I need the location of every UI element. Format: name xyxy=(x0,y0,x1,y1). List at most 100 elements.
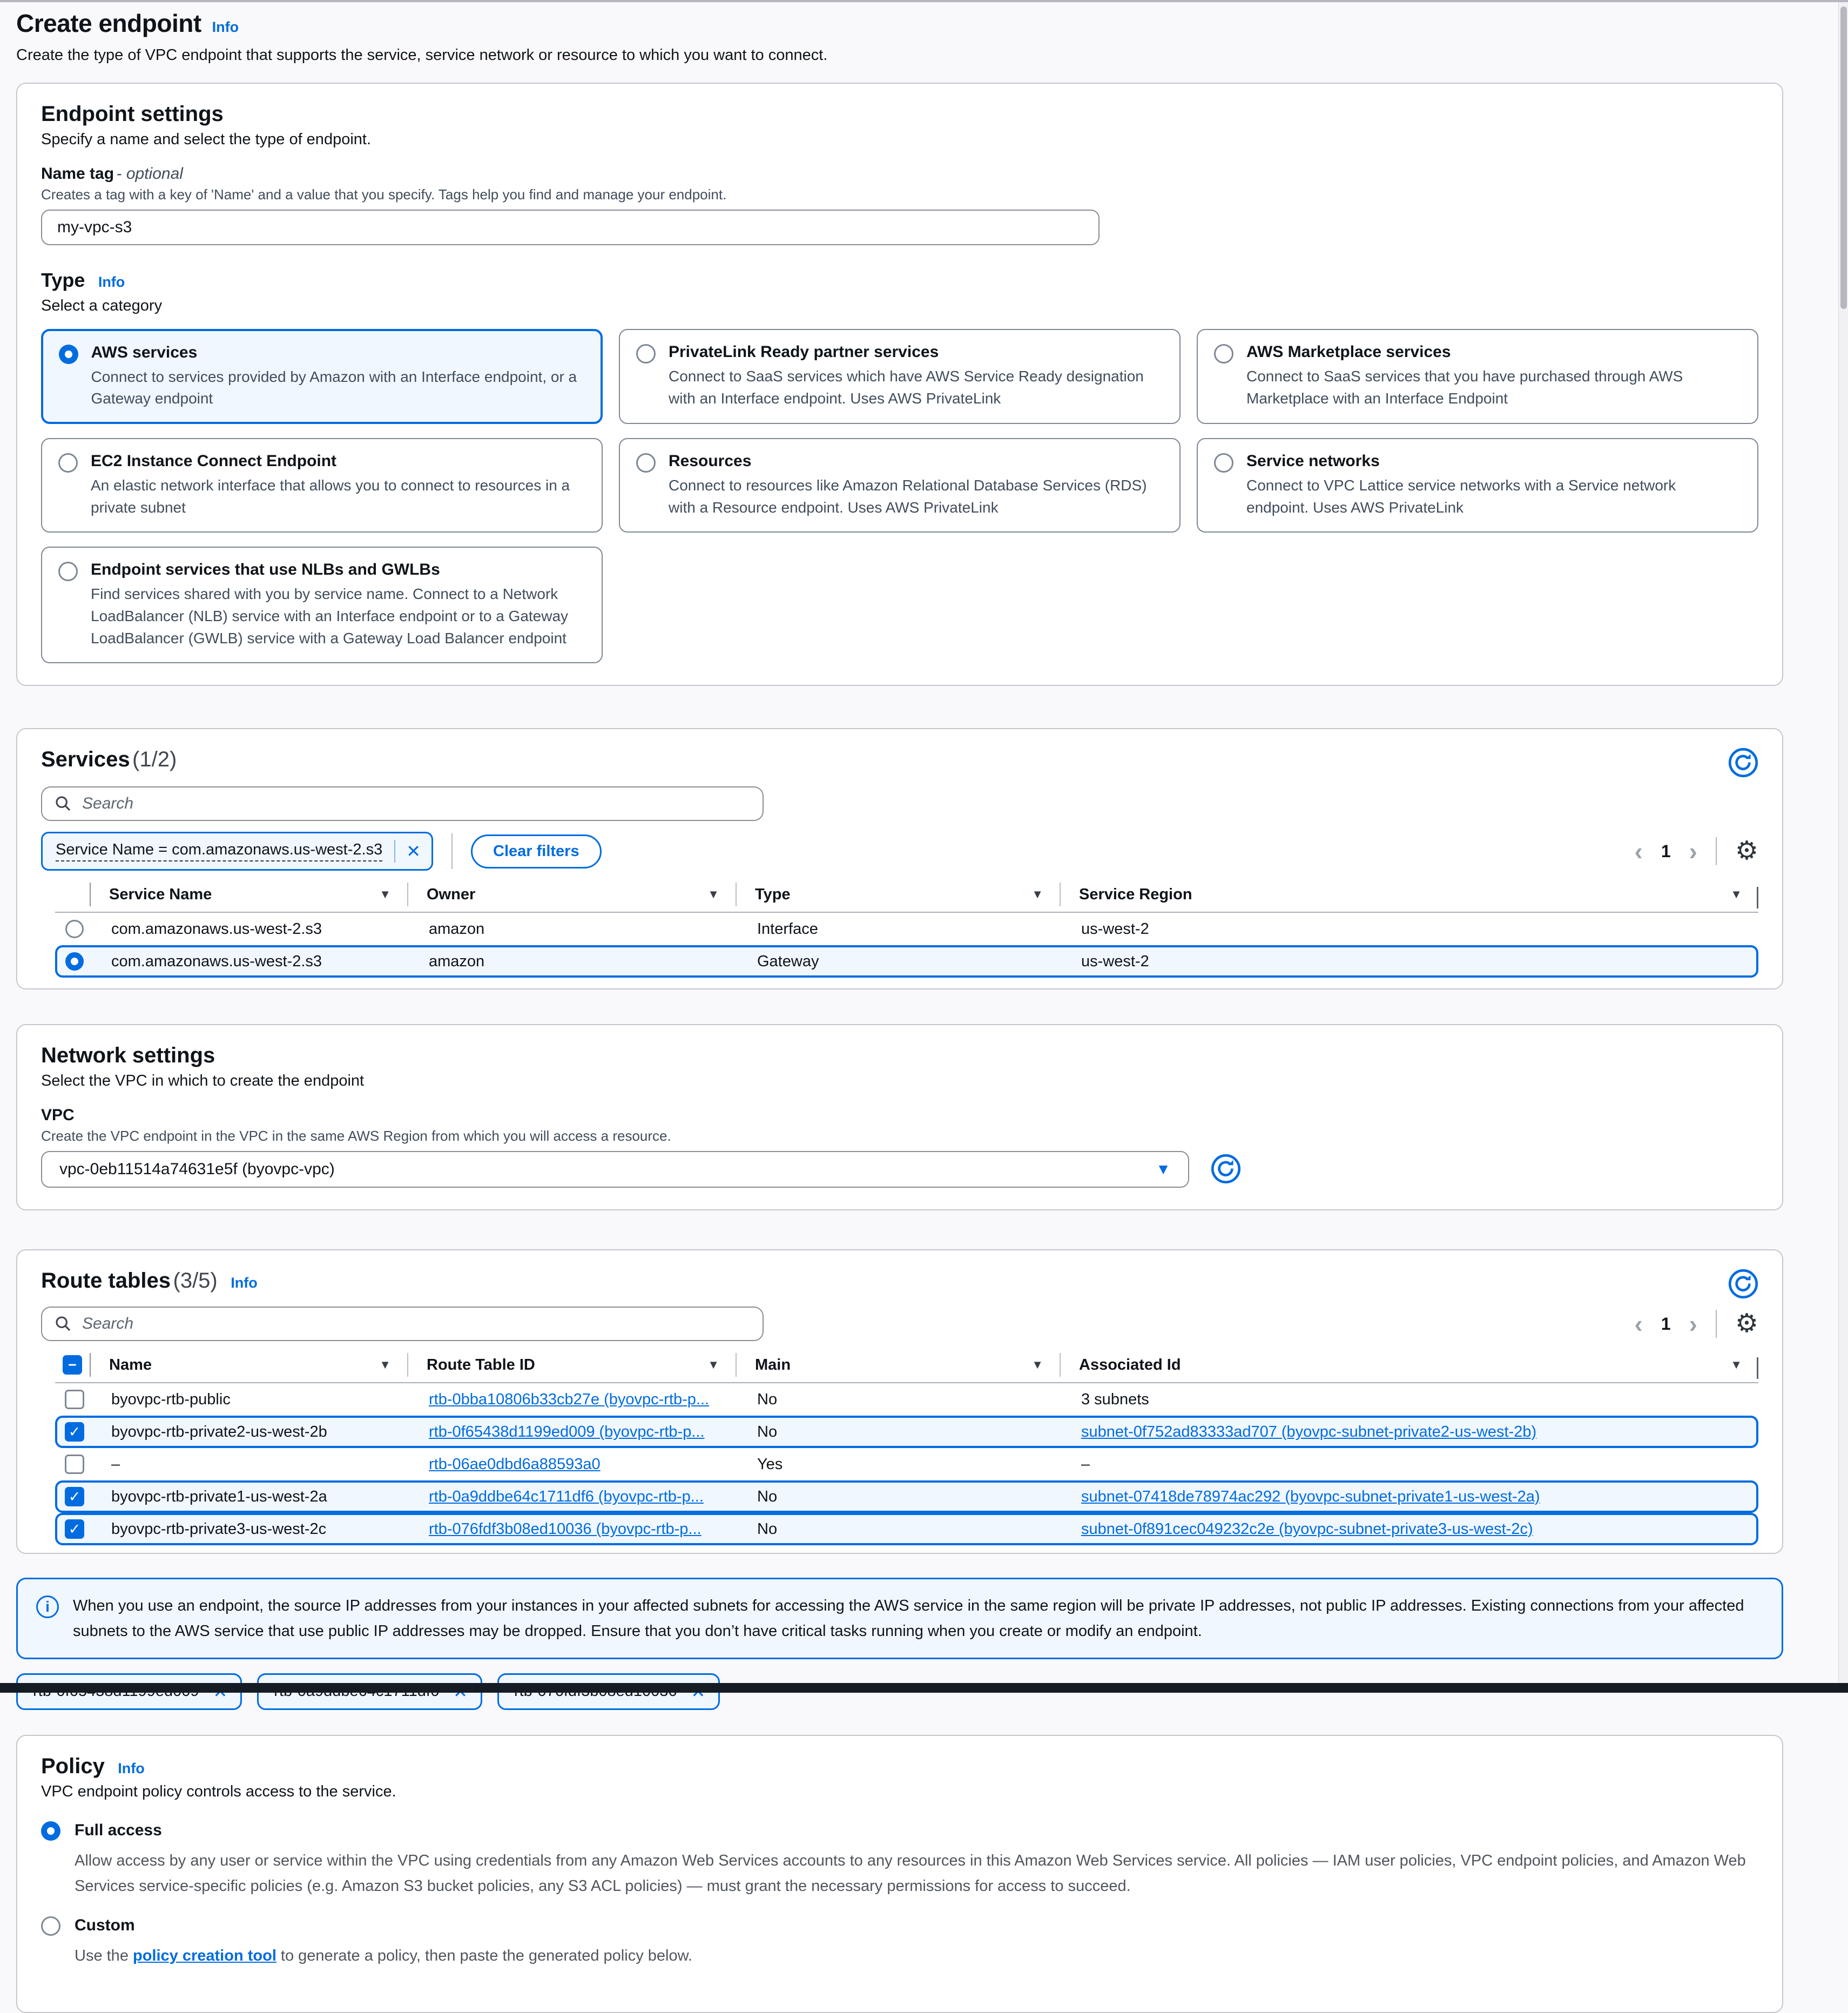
filter-icon[interactable]: ▼ xyxy=(1031,887,1043,901)
route-tables-search-input[interactable]: Search xyxy=(41,1307,764,1341)
column-header-service-region[interactable]: Service Region ▼ xyxy=(1060,883,1758,906)
checkbox-checked[interactable]: ✓ xyxy=(65,1487,84,1506)
policy-info-link[interactable]: Info xyxy=(118,1760,144,1776)
type-info-link[interactable]: Info xyxy=(98,274,125,290)
type-cell: Gateway xyxy=(738,953,1062,971)
type-subtitle: Select a category xyxy=(41,297,1758,315)
search-placeholder: Search xyxy=(82,1315,133,1333)
column-header-associated-id[interactable]: Associated Id ▼ xyxy=(1060,1353,1758,1377)
filter-icon[interactable]: ▼ xyxy=(1730,1358,1742,1372)
name-tag-input[interactable] xyxy=(41,210,1100,245)
column-header-owner[interactable]: Owner ▼ xyxy=(407,883,736,906)
type-option-description: An elastic network interface that allows… xyxy=(91,475,585,519)
radio-selected-icon[interactable] xyxy=(65,952,84,971)
subnet-link[interactable]: subnet-0f752ad83333ad707 (byovpc-subnet-… xyxy=(1081,1423,1536,1440)
radio-icon[interactable] xyxy=(636,344,656,363)
filter-icon[interactable]: ▼ xyxy=(707,1358,719,1372)
checkbox-checked[interactable]: ✓ xyxy=(65,1519,84,1539)
scrollbar-thumb[interactable] xyxy=(1840,6,1847,309)
radio-icon[interactable] xyxy=(65,920,84,938)
page-info-link[interactable]: Info xyxy=(212,19,239,35)
next-page-icon[interactable]: › xyxy=(1689,839,1697,864)
service-filter-token: Service Name = com.amazonaws.us-west-2.s… xyxy=(41,832,433,871)
subnet-link[interactable]: subnet-0f891cec049232c2e (byovpc-subnet-… xyxy=(1081,1520,1533,1538)
column-header-service-name[interactable]: Service Name ▼ xyxy=(90,883,407,906)
type-option-title: EC2 Instance Connect Endpoint xyxy=(91,452,585,470)
gear-icon[interactable]: ⚙ xyxy=(1735,838,1758,864)
type-option-privatelink-partner[interactable]: PrivateLink Ready partner services Conne… xyxy=(619,329,1181,424)
service-name-cell: com.amazonaws.us-west-2.s3 xyxy=(92,920,409,938)
policy-option-full-access[interactable]: Full access Allow access by any user or … xyxy=(41,1820,1758,1899)
refresh-button[interactable] xyxy=(1728,748,1758,778)
policy-option-custom[interactable]: Custom Use the policy creation tool to g… xyxy=(41,1915,1758,1969)
services-search-input[interactable]: Search xyxy=(41,786,764,821)
page-number[interactable]: 1 xyxy=(1661,1314,1671,1334)
route-table-row-public[interactable]: byovpc-rtb-public rtb-0bba10806b33cb27e … xyxy=(55,1383,1758,1416)
type-option-nlb-gwlb-services[interactable]: Endpoint services that use NLBs and GWLB… xyxy=(41,547,603,663)
select-all-checkbox-indeterminate[interactable]: − xyxy=(63,1355,82,1375)
service-name-cell: com.amazonaws.us-west-2.s3 xyxy=(92,953,409,971)
name-tag-label: Name tag xyxy=(41,165,114,183)
page-number[interactable]: 1 xyxy=(1661,841,1671,861)
filter-icon[interactable]: ▼ xyxy=(707,887,719,901)
filter-icon[interactable]: ▼ xyxy=(1031,1358,1043,1372)
name-tag-optional: - optional xyxy=(117,165,183,183)
custom-description: Use the policy creation tool to generate… xyxy=(75,1943,1758,1969)
type-option-marketplace[interactable]: AWS Marketplace services Connect to SaaS… xyxy=(1197,329,1758,424)
chevron-down-icon: ▼ xyxy=(1156,1161,1171,1178)
vertical-scrollbar[interactable] xyxy=(1838,2,1848,1693)
vpc-select[interactable]: vpc-0eb11514a74631e5f (byovpc-vpc) ▼ xyxy=(41,1151,1189,1188)
column-header-type[interactable]: Type ▼ xyxy=(736,883,1060,906)
main-cell: No xyxy=(738,1391,1062,1409)
route-table-row-main[interactable]: – rtb-06ae0dbd6a88593a0 Yes – xyxy=(55,1448,1758,1480)
gear-icon[interactable]: ⚙ xyxy=(1735,1311,1758,1337)
radio-selected-icon[interactable] xyxy=(41,1821,60,1841)
previous-page-icon[interactable]: ‹ xyxy=(1635,839,1643,864)
filter-icon[interactable]: ▼ xyxy=(1730,887,1742,901)
page-header: Create endpointInfo Create the type of V… xyxy=(16,9,1783,64)
checkbox-unchecked[interactable] xyxy=(65,1455,84,1474)
filter-icon[interactable]: ▼ xyxy=(379,1358,391,1372)
route-table-id-link[interactable]: rtb-076fdf3b08ed10036 (byovpc-rtb-p... xyxy=(429,1520,702,1538)
radio-icon[interactable] xyxy=(636,453,656,473)
route-table-id-link[interactable]: rtb-0a9ddbe64c1711df6 (byovpc-rtb-p... xyxy=(429,1488,704,1505)
policy-creation-tool-link[interactable]: policy creation tool xyxy=(133,1947,276,1964)
type-option-ec2-instance-connect[interactable]: EC2 Instance Connect Endpoint An elastic… xyxy=(41,438,603,533)
route-table-row-private2[interactable]: ✓ byovpc-rtb-private2-us-west-2b rtb-0f6… xyxy=(55,1416,1758,1448)
radio-icon[interactable] xyxy=(41,1916,60,1936)
route-table-id-link[interactable]: rtb-0f65438d1199ed009 (byovpc-rtb-p... xyxy=(429,1423,705,1440)
column-header-main[interactable]: Main ▼ xyxy=(736,1353,1060,1377)
type-option-service-networks[interactable]: Service networks Connect to VPC Lattice … xyxy=(1197,438,1758,533)
radio-icon[interactable] xyxy=(58,562,78,581)
subnet-count-trigger[interactable]: 3 subnets xyxy=(1081,1391,1149,1409)
filter-icon[interactable]: ▼ xyxy=(379,887,391,901)
close-icon[interactable]: ✕ xyxy=(394,840,431,863)
search-placeholder: Search xyxy=(82,795,133,813)
next-page-icon[interactable]: › xyxy=(1689,1311,1697,1336)
type-option-aws-services[interactable]: AWS services Connect to services provide… xyxy=(41,329,603,424)
clear-filters-button[interactable]: Clear filters xyxy=(471,834,602,869)
route-table-row-private1[interactable]: ✓ byovpc-rtb-private1-us-west-2a rtb-0a9… xyxy=(55,1480,1758,1513)
type-option-title: Endpoint services that use NLBs and GWLB… xyxy=(91,561,585,579)
route-table-row-private3[interactable]: ✓ byovpc-rtb-private3-us-west-2c rtb-076… xyxy=(55,1513,1758,1545)
subnet-link[interactable]: subnet-07418de78974ac292 (byovpc-subnet-… xyxy=(1081,1488,1540,1505)
route-tables-info-link[interactable]: Info xyxy=(231,1275,257,1291)
service-row-interface[interactable]: com.amazonaws.us-west-2.s3 amazon Interf… xyxy=(55,913,1758,945)
route-table-id-link[interactable]: rtb-06ae0dbd6a88593a0 xyxy=(429,1456,601,1473)
checkbox-checked[interactable]: ✓ xyxy=(65,1422,84,1442)
checkbox-unchecked[interactable] xyxy=(65,1390,84,1409)
service-row-gateway-selected[interactable]: com.amazonaws.us-west-2.s3 amazon Gatewa… xyxy=(55,945,1758,978)
type-option-resources[interactable]: Resources Connect to resources like Amaz… xyxy=(619,438,1181,533)
radio-icon[interactable] xyxy=(58,453,78,473)
vpc-refresh-button[interactable] xyxy=(1211,1154,1241,1184)
column-header-name[interactable]: Name ▼ xyxy=(90,1353,407,1377)
type-option-title: Service networks xyxy=(1246,452,1741,470)
radio-selected-icon[interactable] xyxy=(59,345,78,364)
column-header-route-table-id[interactable]: Route Table ID ▼ xyxy=(407,1353,736,1377)
route-table-id-link[interactable]: rtb-0bba10806b33cb27e (byovpc-rtb-p... xyxy=(429,1391,709,1408)
radio-icon[interactable] xyxy=(1214,344,1233,363)
route-tables-refresh-button[interactable] xyxy=(1728,1269,1758,1299)
previous-page-icon[interactable]: ‹ xyxy=(1635,1311,1643,1336)
type-options-grid: AWS services Connect to services provide… xyxy=(41,329,1758,663)
radio-icon[interactable] xyxy=(1214,453,1233,473)
